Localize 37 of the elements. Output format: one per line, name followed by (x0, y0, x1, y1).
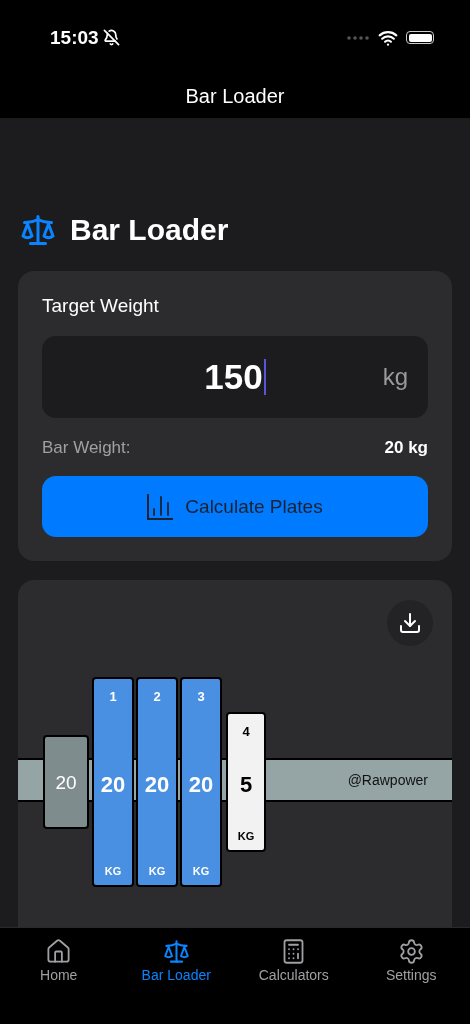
unit-label: kg (382, 363, 408, 391)
tab-item[interactable]: Settings (361, 938, 462, 1024)
scale-icon (20, 212, 56, 248)
plate-unit: KG (104, 865, 122, 877)
home-icon (45, 938, 73, 965)
battery-icon (406, 31, 434, 44)
clock: 15:03 (50, 26, 99, 49)
settings-icon (397, 938, 425, 965)
plate-number: 2 (153, 689, 161, 704)
plate-number: 1 (109, 689, 117, 704)
bar-weight-label: Bar Weight: (42, 438, 131, 458)
page-title: Bar Loader (70, 213, 229, 247)
plate-weight: 20 (144, 771, 170, 798)
plate-weight: 20 (100, 771, 126, 798)
field-label: Target Weight (42, 295, 160, 317)
plate-unit: KG (192, 865, 210, 877)
tab-item[interactable]: Home (8, 938, 109, 1024)
plate-number: 4 (242, 724, 250, 739)
plate-unit: KG (148, 865, 166, 877)
weight-field[interactable]: 150 kg (42, 336, 428, 418)
bar-weight-value: 20 kg (384, 438, 428, 458)
download-icon (398, 611, 422, 635)
plate-weight: 20 (188, 771, 214, 798)
plate-number: 3 (197, 689, 205, 704)
calculate-button[interactable]: Calculate Plates (42, 476, 428, 537)
watermark-text: @Rawpower (347, 772, 428, 788)
tab-item[interactable]: Calculators (243, 938, 344, 1024)
signal-icon (346, 34, 370, 41)
plate-weight: 5 (239, 771, 253, 798)
collar-weight: 20 (55, 772, 77, 794)
nav-title: Bar Loader (185, 85, 285, 108)
scale-icon (162, 938, 190, 965)
weight-value: 150 (204, 357, 263, 397)
plate-unit: KG (237, 830, 255, 842)
download-button[interactable] (387, 600, 433, 646)
bar-chart-icon (147, 493, 174, 520)
tab-item[interactable]: Bar Loader (126, 938, 227, 1024)
